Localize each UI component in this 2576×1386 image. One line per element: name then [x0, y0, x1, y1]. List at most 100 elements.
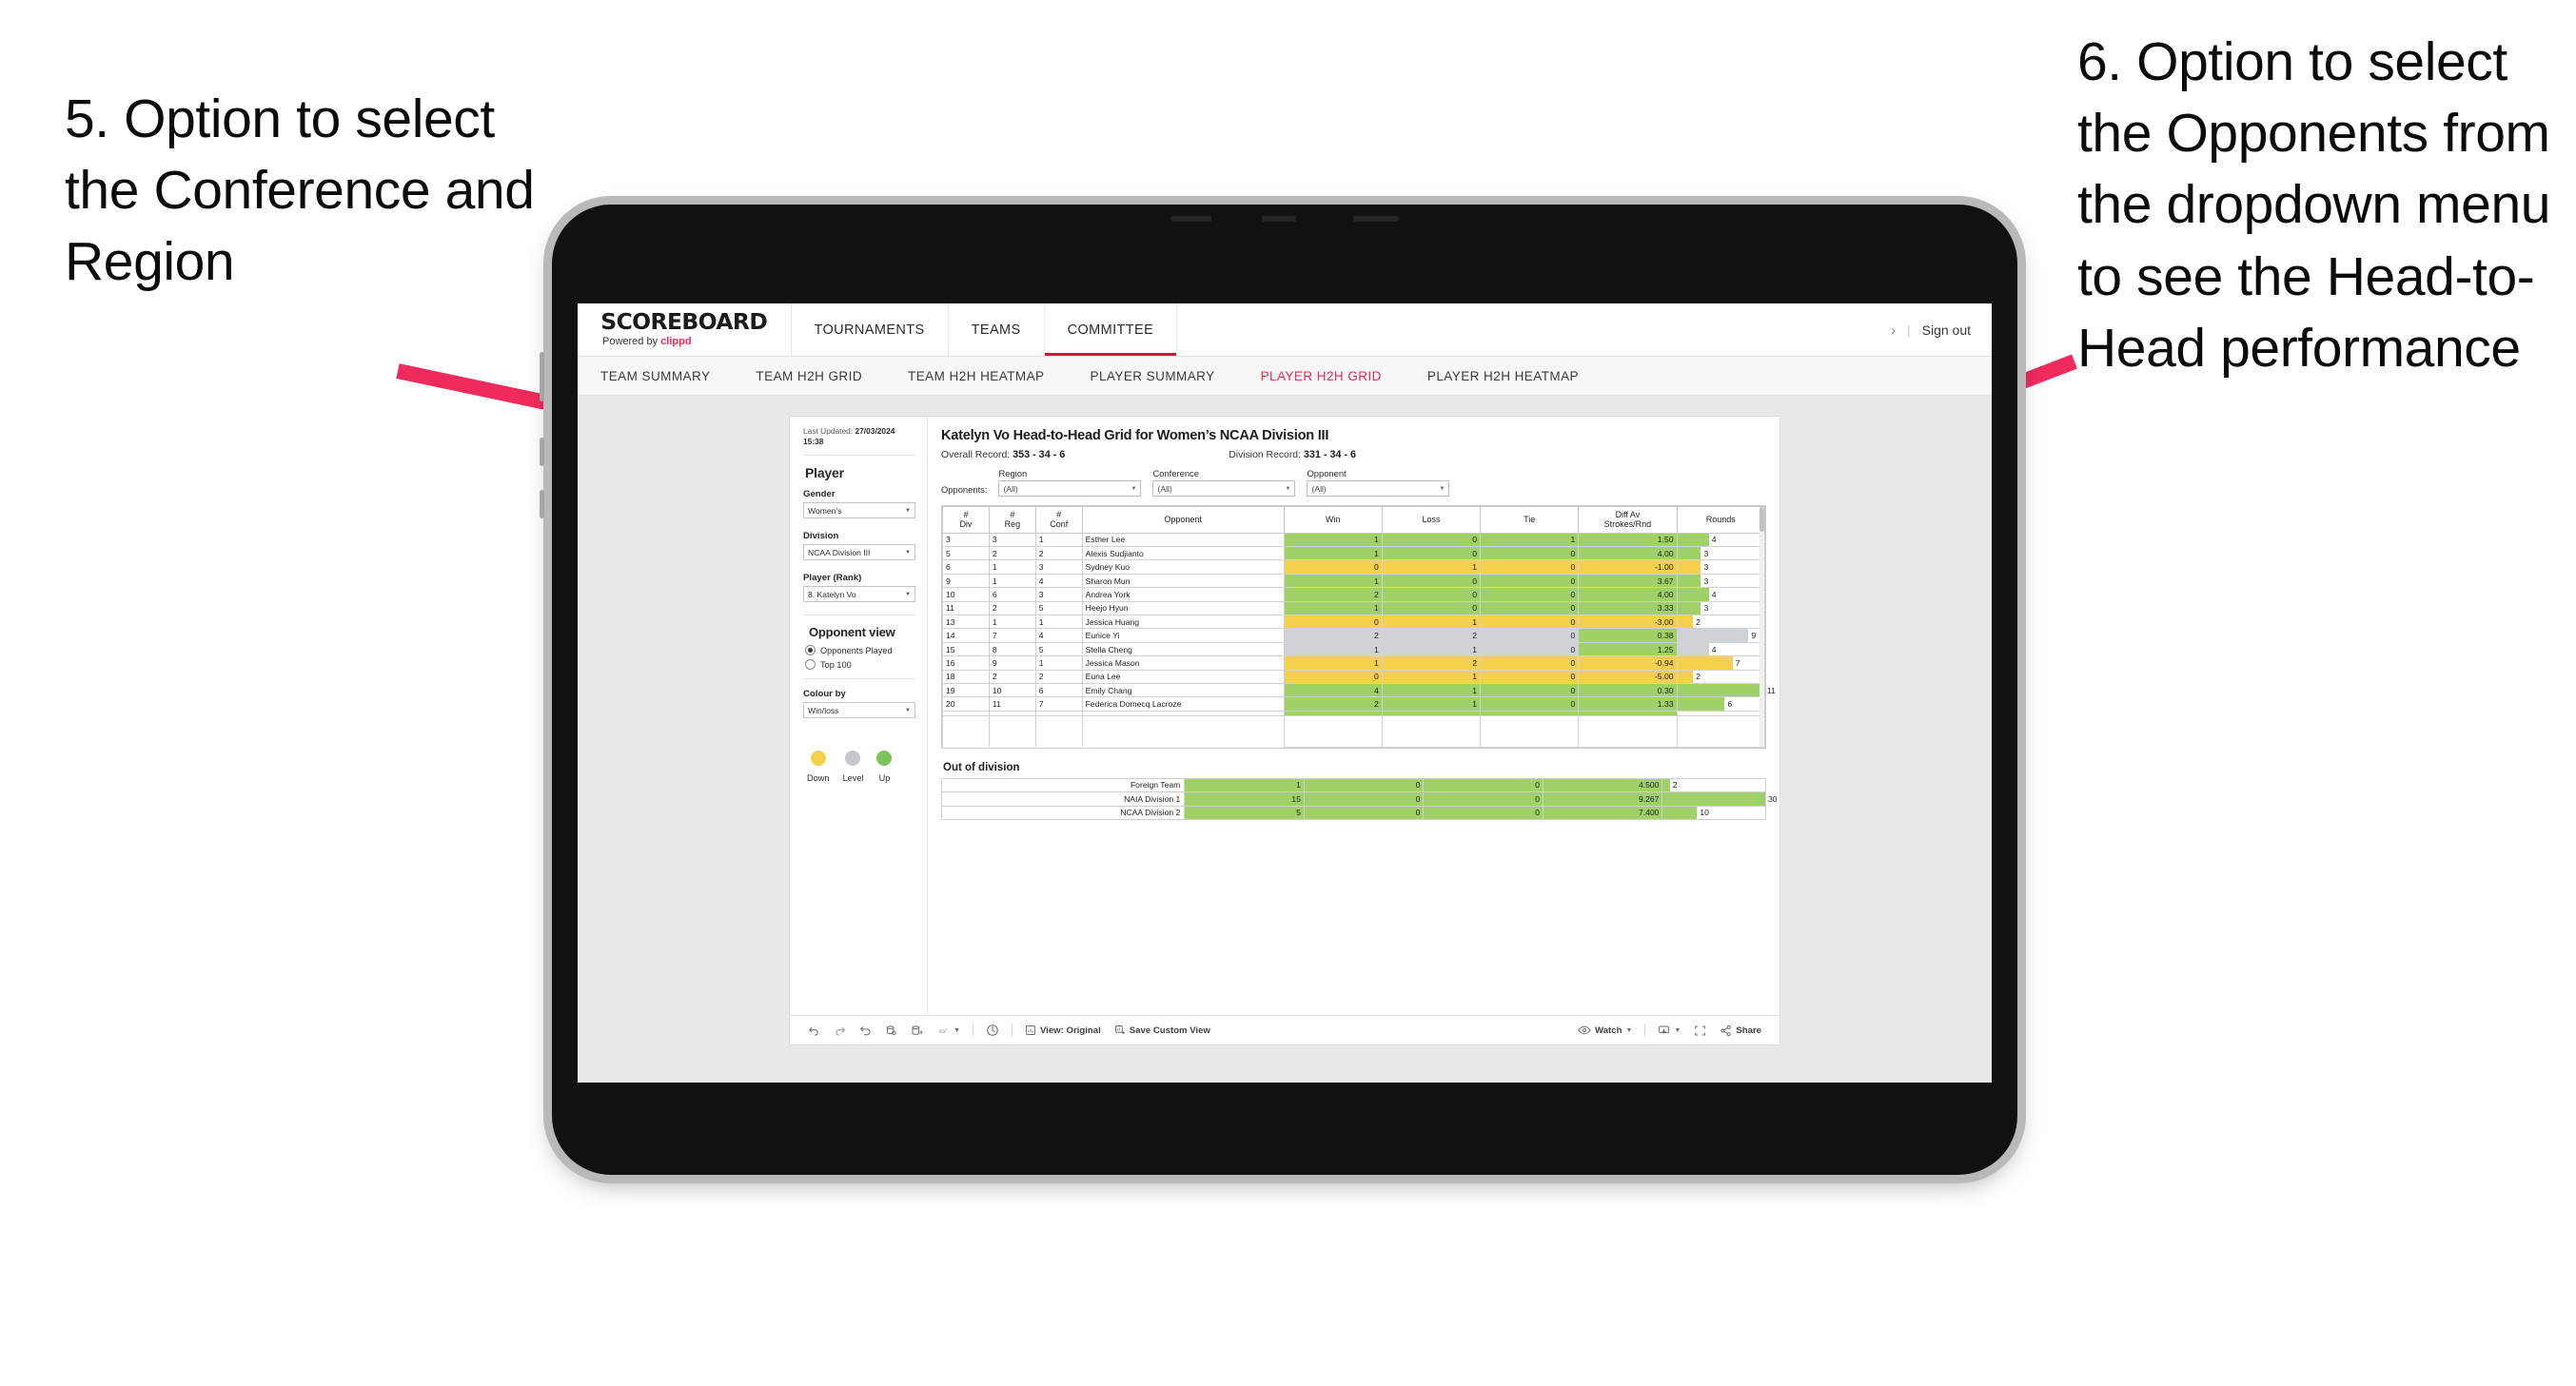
radio-opponents-played[interactable]: Opponents Played [805, 645, 915, 655]
col-div: # Div [942, 506, 990, 534]
table-cell: 10 [942, 587, 990, 602]
sign-out-link[interactable]: Sign out [1922, 322, 1971, 338]
clippd-brand: clippd [660, 336, 692, 347]
table-header-row: # Div # Reg # Conf Opponent Win Loss Tie Di… [942, 506, 1766, 534]
select-player-rank[interactable]: 8. Katelyn Vo ▼ [803, 586, 915, 602]
select-conference[interactable]: (All) ▼ [1152, 480, 1296, 497]
rounds-bar-cell: 3 [1676, 573, 1766, 589]
rounds-bar-cell: 10 [1662, 805, 1766, 820]
table-row[interactable]: 16 9 1 Jessica Mason 1 2 0 -0.94 7 [942, 655, 1766, 671]
last-updated-text: Last Updated: 27/03/2024 15:38 [803, 426, 915, 446]
device-button-power [540, 352, 544, 401]
table-row[interactable]: 20 11 7 Federica Domecq Lacroze 2 1 0 1.33 6 [942, 696, 1766, 712]
chevron-right-icon[interactable]: › [1891, 322, 1896, 338]
pause-updates-icon[interactable] [904, 1025, 930, 1037]
table-row[interactable]: 19 10 6 Emily Chang 4 1 0 0.30 11 [942, 682, 1776, 698]
out-of-division-body: Foreign Team 1 0 0 4.500 2 NAIA Division 1 15 0 0… [940, 777, 1778, 820]
table-cell: 3.33 [1578, 600, 1678, 616]
undo-icon[interactable] [801, 1025, 827, 1037]
tab-player-h2h-heatmap[interactable]: PLAYER H2H HEATMAP [1427, 369, 1603, 383]
select-region[interactable]: (All) ▼ [998, 480, 1142, 497]
tab-player-summary[interactable]: PLAYER SUMMARY [1091, 369, 1240, 383]
refresh-data-icon[interactable] [878, 1025, 904, 1037]
table-row[interactable]: 11 2 5 Heejo Hyun 1 0 0 3.33 3 [942, 600, 1766, 616]
table-row[interactable]: 5 2 2 Alexis Sudjianto 1 0 0 4.00 3 [942, 546, 1766, 561]
table-cell: 7 [988, 628, 1036, 643]
out-of-division-row[interactable]: NAIA Division 1 15 0 0 9.267 30 [940, 791, 1778, 807]
select-division[interactable]: NCAA Division III ▼ [803, 544, 915, 560]
tab-team-h2h-grid[interactable]: TEAM H2H GRID [756, 369, 887, 383]
table-cell: Jessica Mason [1081, 655, 1285, 671]
last-updated-date: 27/03/2024 [855, 426, 895, 436]
topnav-item-committee[interactable]: COMMITTEE [1044, 303, 1178, 356]
select-opponent[interactable]: (All) ▼ [1307, 480, 1450, 497]
out-of-division-row[interactable]: Foreign Team 1 0 0 4.500 2 [940, 777, 1766, 793]
download-button[interactable]: ▼ [1651, 1025, 1687, 1037]
table-row[interactable]: 10 6 3 Andrea York 2 0 0 4.00 4 [942, 587, 1766, 602]
pause-refresh-icon[interactable] [979, 1024, 1006, 1037]
revert-icon[interactable] [853, 1025, 878, 1037]
radio-top-100[interactable]: Top 100 [805, 659, 915, 670]
table-cell: Sharon Mun [1081, 573, 1285, 589]
select-colour-by[interactable]: Win/loss ▼ [803, 702, 915, 718]
out-of-division-heading: Out of division [943, 761, 1020, 773]
table-row[interactable]: 3 3 1 Esther Lee 1 0 1 1.50 4 [942, 532, 1766, 548]
col-reg-l2: Reg [1004, 519, 1021, 530]
rounds-bar-cell: 2 [1676, 669, 1766, 684]
radio-button-icon [805, 645, 816, 655]
table-scrollbar-thumb[interactable] [1760, 507, 1764, 532]
table-cell: 0 [1480, 587, 1580, 602]
overall-record-value: 353 - 34 - 6 [1013, 449, 1066, 460]
table-cell: 19 [942, 682, 990, 698]
share-button[interactable]: Share [1713, 1025, 1768, 1037]
table-row[interactable]: 15 8 5 Stella Cheng 1 1 0 1.25 4 [942, 641, 1766, 657]
legend-label-level: Level [842, 773, 864, 783]
division-record: Division Record: 331 - 34 - 6 [1229, 449, 1356, 460]
topnav-item-teams[interactable]: TEAMS [949, 303, 1045, 356]
table-row[interactable]: 14 7 4 Eunice Yi 2 2 0 0.38 9 [942, 628, 1766, 643]
table-cell: Alexis Sudjianto [1081, 546, 1285, 561]
watch-button[interactable]: Watch ▼ [1571, 1025, 1639, 1036]
select-gender[interactable]: Women’s ▼ [803, 502, 915, 518]
filter-conference: Conference (All) ▼ [1152, 468, 1296, 497]
save-custom-view-button[interactable]: Save Custom View [1108, 1025, 1217, 1036]
table-cell: 0 [1480, 641, 1580, 657]
tab-team-h2h-heatmap[interactable]: TEAM H2H HEATMAP [908, 369, 1069, 383]
table-cell: 0 [1283, 669, 1383, 684]
fullscreen-icon[interactable] [1687, 1025, 1713, 1037]
loop-icon[interactable]: ▼ [930, 1025, 967, 1037]
table-cell: NCAA Division 2 [940, 805, 1186, 820]
tab-player-h2h-grid[interactable]: PLAYER H2H GRID [1261, 369, 1406, 383]
table-row[interactable]: 9 1 4 Sharon Mun 1 0 0 3.67 3 [942, 573, 1766, 589]
opponents-label: Opponents: [941, 484, 988, 495]
select-division-value: NCAA Division III [808, 547, 871, 557]
col-conf-l1: # [1056, 510, 1062, 519]
out-of-division-row[interactable]: NCAA Division 2 5 0 0 7.400 10 [940, 805, 1766, 820]
table-row[interactable]: 13 1 1 Jessica Huang 0 1 0 -3.00 2 [942, 615, 1766, 630]
table-scroll-track[interactable] [1760, 507, 1764, 747]
col-diff-l2: Strokes/Rnd [1603, 519, 1652, 530]
table-row[interactable]: 6 1 3 Sydney Kuo 0 1 0 -1.00 3 [942, 559, 1766, 575]
table-cell: 13 [942, 615, 990, 630]
label-division: Division [803, 531, 839, 541]
table-cell: -1.00 [1578, 559, 1678, 575]
table-cell: 0 [1381, 573, 1482, 589]
tab-team-summary[interactable]: TEAM SUMMARY [600, 369, 735, 383]
brand-logo[interactable]: SCOREBOARD Powered by clippd [578, 303, 792, 356]
top-navigation: TOURNAMENTS TEAMS COMMITTEE [792, 303, 1178, 356]
table-cell: 1 [1381, 641, 1482, 657]
view-original-button[interactable]: View: Original [1018, 1025, 1108, 1036]
table-cell-empty [1034, 714, 1083, 748]
table-cell: NAIA Division 1 [940, 791, 1186, 807]
table-cell: 2 [988, 600, 1036, 616]
app-header: SCOREBOARD Powered by clippd TOURNAMENTS… [578, 303, 1992, 357]
table-row[interactable]: 18 2 2 Euna Lee 0 1 0 -5.00 2 [942, 669, 1766, 684]
table-cell: Stella Cheng [1081, 641, 1285, 657]
topnav-item-tournaments[interactable]: TOURNAMENTS [792, 303, 949, 356]
table-cell: 5 [1184, 805, 1305, 820]
table-cell: 0 [1303, 805, 1425, 820]
brand-subtitle: Powered by clippd [602, 337, 766, 347]
table-cell: 0 [1480, 573, 1580, 589]
redo-icon[interactable] [827, 1025, 853, 1037]
table-cell: 1 [1283, 641, 1383, 657]
